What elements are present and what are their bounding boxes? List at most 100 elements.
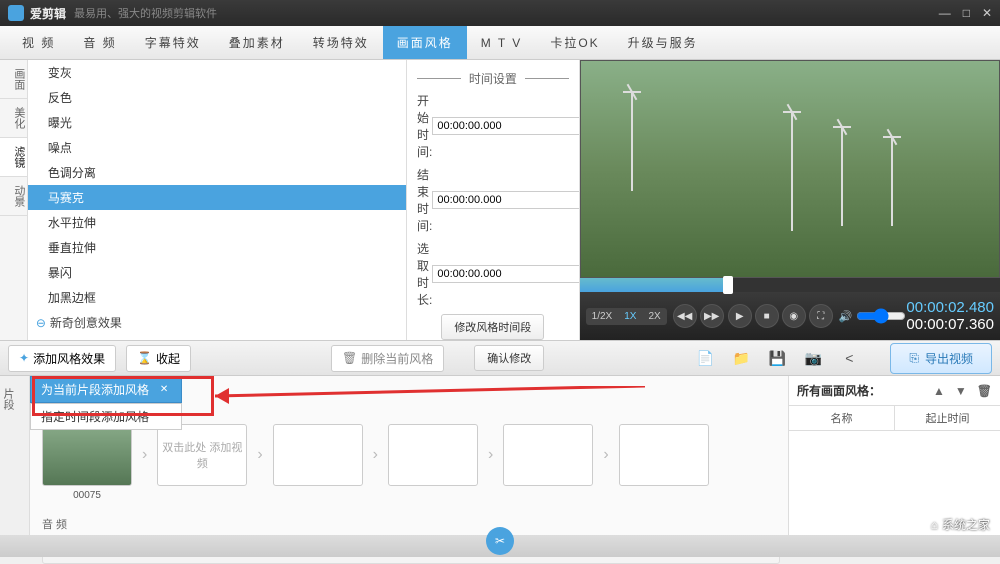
- save-button[interactable]: 💾: [766, 347, 788, 369]
- stop-button[interactable]: ■: [755, 304, 779, 328]
- side-tab-3[interactable]: 动景: [0, 177, 27, 216]
- tab-0[interactable]: 视 频: [8, 26, 69, 59]
- style-time-col: 起止时间: [895, 406, 1000, 430]
- minimize-button[interactable]: —: [939, 6, 951, 20]
- collapse-icon: ⌛: [137, 351, 152, 365]
- speed-half-button[interactable]: 1/2X: [586, 308, 619, 325]
- empty-clip[interactable]: [503, 424, 593, 486]
- segment-tab[interactable]: 片段: [0, 376, 16, 422]
- speed-1x-button[interactable]: 1X: [618, 308, 642, 325]
- volume-slider[interactable]: [856, 308, 906, 324]
- modify-time-button[interactable]: 修改风格时间段: [441, 314, 544, 340]
- timeline-sidebar: 片段: [0, 376, 30, 556]
- main-tabs: 视 频音 频字幕特效叠加素材转场特效画面风格M T V卡拉OK升级与服务: [0, 26, 1000, 60]
- close-menu-icon[interactable]: ✕: [157, 383, 171, 397]
- move-up-icon[interactable]: ▲: [933, 384, 945, 398]
- clip-thumb[interactable]: 00075: [42, 424, 132, 486]
- duration-input[interactable]: [432, 265, 579, 283]
- trash-icon: 🗑: [342, 351, 357, 365]
- side-tab-0[interactable]: 画面: [0, 60, 27, 99]
- video-preview[interactable]: [580, 60, 1000, 278]
- time-settings-title: 时间设置: [417, 78, 569, 80]
- style-name-col: 名称: [789, 406, 895, 430]
- playback-controls: 1/2X 1X 2X ◀◀ ▶▶ ▶ ■ ◉ ⛶ 🔊 00:00:02.480 …: [580, 292, 1000, 340]
- empty-clip[interactable]: [619, 424, 709, 486]
- effect-item[interactable]: 反色: [28, 85, 406, 110]
- effect-item[interactable]: 暴闪: [28, 260, 406, 285]
- delete-icon[interactable]: 🗑: [977, 384, 992, 398]
- add-style-current-clip[interactable]: 为当前片段添加风格✕: [30, 376, 182, 403]
- close-button[interactable]: ✕: [982, 6, 992, 20]
- end-time-input[interactable]: [432, 191, 579, 209]
- category-sidebar: 画面美化滤镜动景: [0, 60, 28, 340]
- app-name: 爱剪辑: [30, 5, 66, 22]
- effect-item[interactable]: 噪点: [28, 135, 406, 160]
- snapshot-button[interactable]: 📷: [802, 347, 824, 369]
- clip-row: 00075 › 双击此处 添加视频 › › › ›: [42, 424, 780, 486]
- add-style-button[interactable]: ✦添加风格效果: [8, 345, 116, 372]
- effect-group[interactable]: 新奇创意效果: [28, 310, 406, 335]
- effect-item[interactable]: 马赛克: [28, 185, 406, 210]
- export-icon: ⎘: [909, 351, 919, 366]
- effect-item[interactable]: 水平拉伸: [28, 210, 406, 235]
- titlebar: 爱剪辑 最易用、强大的视频剪辑软件 — □ ✕: [0, 0, 1000, 26]
- open-button[interactable]: 📁: [730, 347, 752, 369]
- effect-group[interactable]: 布艺效果: [28, 335, 406, 340]
- effect-item[interactable]: 加黑边框: [28, 285, 406, 310]
- duration-label: 选取时长:: [417, 240, 432, 308]
- settings-panel: 时间设置 开始时间: 结束时间: 选取时长: 修改风格时间段 效果设置 柔和过渡…: [407, 60, 580, 340]
- tab-8[interactable]: 升级与服务: [614, 26, 712, 59]
- watermark: ⌂系统之家: [931, 516, 990, 533]
- record-button[interactable]: ◉: [782, 304, 806, 328]
- clip-arrow-icon: ›: [142, 446, 147, 464]
- export-video-button[interactable]: ⎘导出视频: [890, 343, 992, 374]
- tab-7[interactable]: 卡拉OK: [536, 26, 613, 59]
- confirm-modify-button[interactable]: 确认修改: [474, 345, 544, 371]
- add-clip-placeholder[interactable]: 双击此处 添加视频: [157, 424, 247, 486]
- move-down-icon[interactable]: ▼: [955, 384, 967, 398]
- preview-area: 1/2X 1X 2X ◀◀ ▶▶ ▶ ■ ◉ ⛶ 🔊 00:00:02.480 …: [580, 60, 1000, 340]
- volume-icon: 🔊: [839, 310, 853, 323]
- cut-button[interactable]: ✂: [486, 527, 514, 555]
- sparkle-icon: ✦: [19, 351, 29, 365]
- side-tab-1[interactable]: 美化: [0, 99, 27, 138]
- effect-item[interactable]: 变灰: [28, 60, 406, 85]
- app-logo: [8, 5, 24, 21]
- tab-3[interactable]: 叠加素材: [215, 26, 299, 59]
- empty-clip[interactable]: [388, 424, 478, 486]
- effect-item[interactable]: 垂直拉伸: [28, 235, 406, 260]
- empty-clip[interactable]: [273, 424, 363, 486]
- start-time-input[interactable]: [432, 117, 579, 135]
- effect-item[interactable]: 曝光: [28, 110, 406, 135]
- effect-list[interactable]: 变灰反色曝光噪点色调分离马赛克水平拉伸垂直拉伸暴闪加黑边框新奇创意效果布艺效果: [28, 60, 407, 340]
- speed-2x-button[interactable]: 2X: [642, 308, 666, 325]
- add-style-time-range[interactable]: 指定时间段添加风格: [30, 403, 182, 430]
- seekbar[interactable]: [580, 278, 1000, 292]
- fullscreen-button[interactable]: ⛶: [809, 304, 833, 328]
- tab-2[interactable]: 字幕特效: [131, 26, 215, 59]
- collapse-button[interactable]: ⌛收起: [126, 345, 191, 372]
- delete-style-button[interactable]: 🗑删除当前风格: [331, 345, 444, 372]
- bottom-bar: ✂: [0, 535, 1000, 557]
- audio-track-label: 音 频: [42, 516, 780, 532]
- end-time-label: 结束时间:: [417, 166, 432, 234]
- play-button[interactable]: ▶: [728, 304, 752, 328]
- app-tagline: 最易用、强大的视频剪辑软件: [74, 5, 217, 21]
- maximize-button[interactable]: □: [963, 6, 970, 20]
- timeline: 为当前片段添加风格✕ 指定时间段添加风格 00075 › 双击此处 添加视频 ›…: [30, 376, 788, 556]
- start-time-label: 开始时间:: [417, 92, 432, 160]
- tab-5[interactable]: 画面风格: [383, 26, 467, 59]
- next-frame-button[interactable]: ▶▶: [700, 304, 724, 328]
- total-time: 00:00:07.360: [906, 316, 994, 333]
- prev-frame-button[interactable]: ◀◀: [673, 304, 697, 328]
- action-toolbar: ✦添加风格效果 ⌛收起 🗑删除当前风格 确认修改 📄 📁 💾 📷 < ⎘导出视频: [0, 340, 1000, 376]
- tab-1[interactable]: 音 频: [69, 26, 130, 59]
- tab-6[interactable]: M T V: [467, 26, 537, 59]
- effect-item[interactable]: 色调分离: [28, 160, 406, 185]
- side-tab-2[interactable]: 滤镜: [0, 138, 27, 177]
- share-button[interactable]: <: [838, 347, 860, 369]
- tab-4[interactable]: 转场特效: [299, 26, 383, 59]
- current-time: 00:00:02.480: [906, 299, 994, 316]
- styles-panel-title: 所有画面风格：: [797, 382, 881, 399]
- new-button[interactable]: 📄: [694, 347, 716, 369]
